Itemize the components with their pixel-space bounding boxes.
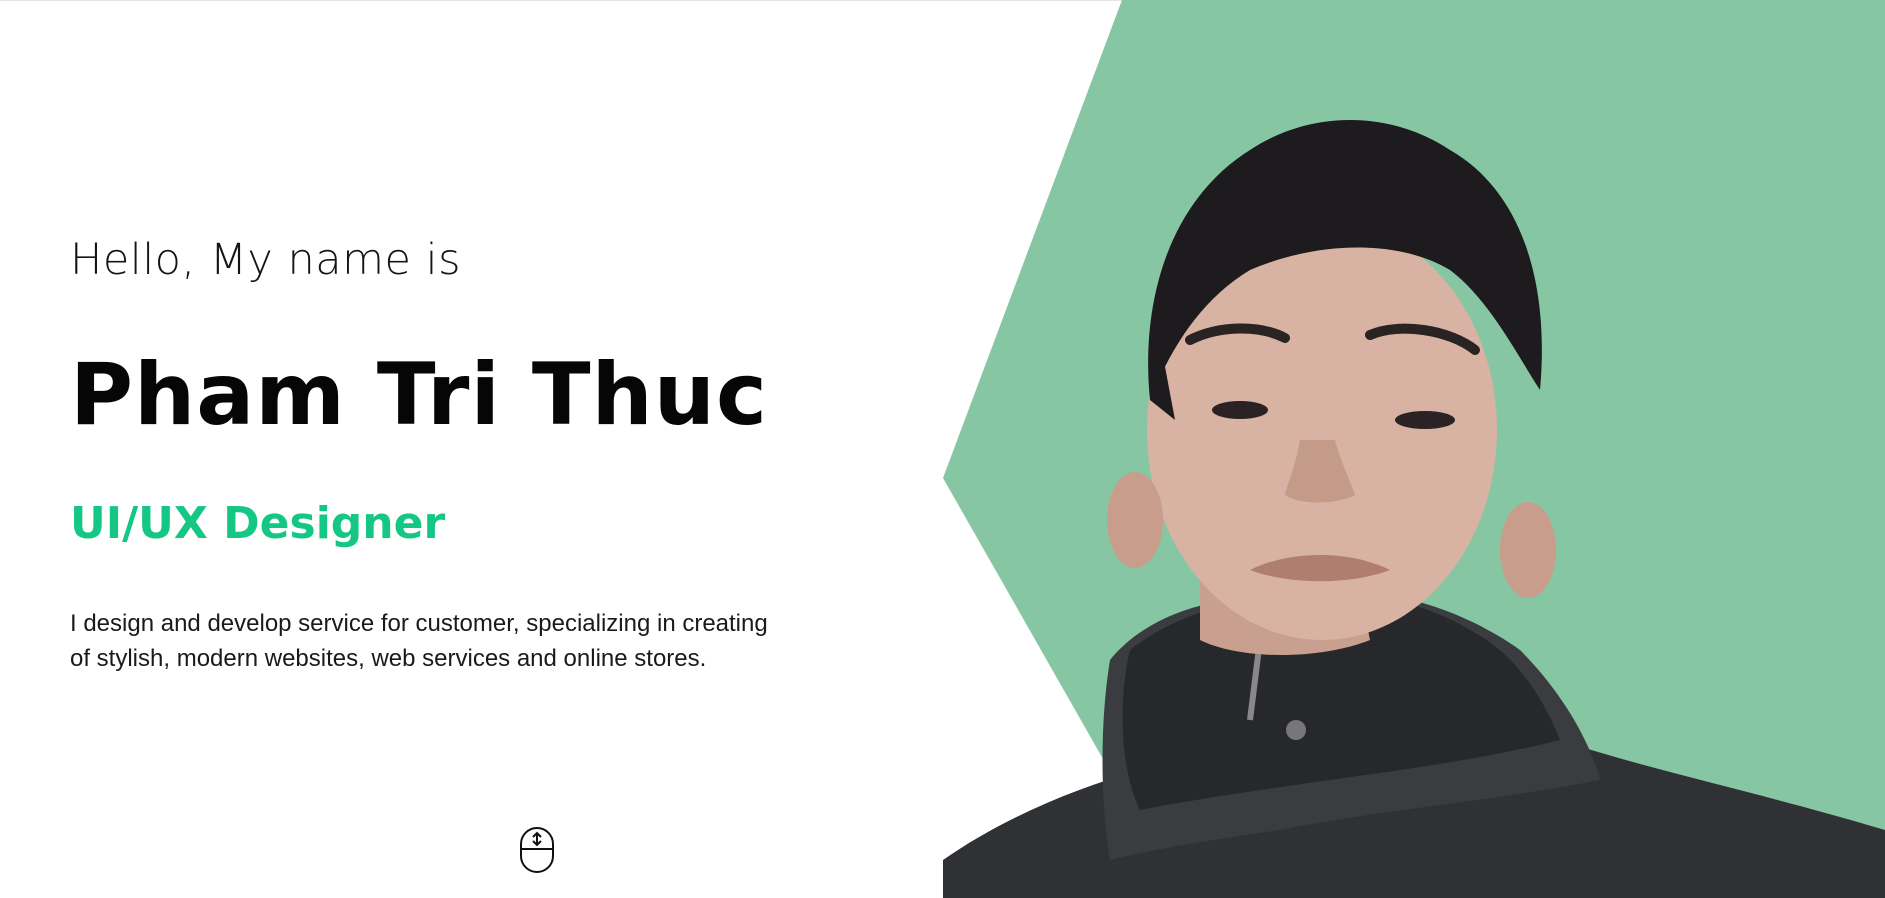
greeting-text: Hello, My name is <box>70 235 462 285</box>
mouse-scroll-icon-svg <box>520 827 554 873</box>
mouse-scroll-icon[interactable] <box>517 826 557 874</box>
hero-role: UI/UX Designer <box>70 498 446 549</box>
hero-name: Pham Tri Thuc <box>70 345 768 445</box>
hero-bio: I design and develop service for custome… <box>70 606 890 676</box>
hero-text: Hello, My name is Pham Tri Thuc UI/UX De… <box>70 0 970 898</box>
bio-line-1: I design and develop service for custome… <box>70 610 768 637</box>
bio-line-2: of stylish, modern websites, web service… <box>70 645 707 672</box>
